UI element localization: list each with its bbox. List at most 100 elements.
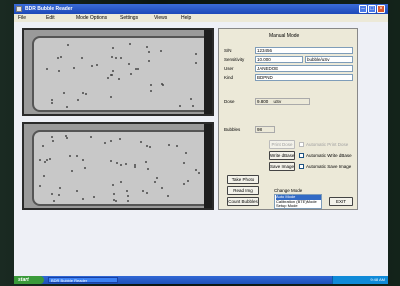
bubble-dot — [48, 158, 51, 161]
sn-label: S/N — [224, 48, 232, 53]
bubble-dot — [112, 192, 115, 195]
bubble-dot — [91, 64, 94, 67]
bubble-dot — [51, 139, 54, 142]
bubble-dot — [146, 167, 149, 170]
kind-field[interactable]: BDPND — [255, 74, 353, 81]
bubble-dot — [51, 102, 54, 105]
menu-edit[interactable]: Edit — [46, 14, 55, 22]
sensitivity-unit-field[interactable]: bubble/uSv — [305, 56, 353, 63]
system-tray-clock: 9:48 AM — [332, 276, 388, 284]
bubble-dot — [142, 189, 145, 192]
bottom-detector-view — [22, 122, 214, 210]
mode-listbox[interactable]: Auto Mode Calibration (BTE)Mode Setup Mo… — [274, 194, 322, 209]
bubble-dot — [81, 198, 84, 201]
read-img-button[interactable]: Read Img — [227, 186, 259, 195]
menu-file[interactable]: File — [18, 14, 26, 22]
bubble-dot — [126, 194, 129, 197]
bubbles-label: Bubbles — [224, 127, 241, 132]
bubble-dot — [106, 77, 109, 80]
bubble-dot — [68, 155, 71, 158]
bubble-dot — [50, 193, 53, 196]
menu-views[interactable]: Views — [154, 14, 167, 22]
menu-mode-options[interactable]: Mode Options — [76, 14, 107, 22]
bubble-dot — [104, 142, 107, 145]
bubble-dot — [127, 62, 130, 65]
maximize-button[interactable]: □ — [368, 5, 376, 13]
bubble-dot — [119, 56, 122, 59]
taskbar-app-item[interactable]: BDR Bubble Reader — [48, 277, 118, 283]
bubble-dot — [56, 57, 59, 60]
bubbles-field: 98 — [255, 126, 275, 133]
close-button[interactable]: × — [377, 5, 385, 13]
title-bar[interactable]: BDR Bubble Reader – □ × — [14, 4, 388, 14]
bubble-dot — [145, 46, 148, 49]
bubble-dot — [110, 159, 113, 162]
minimize-button[interactable]: – — [359, 5, 367, 13]
app-window: BDR Bubble Reader – □ × File Edit Mode O… — [14, 4, 388, 284]
bubble-dot — [64, 135, 67, 138]
mode-option-setup[interactable]: Setup Mode — [276, 203, 321, 208]
bubble-dot — [42, 174, 45, 177]
bubble-dot — [146, 192, 149, 195]
vial-cap — [204, 124, 212, 208]
bubble-dot — [50, 99, 53, 101]
bubble-dot — [77, 99, 80, 102]
bubble-dot — [194, 62, 197, 65]
bubble-dot — [39, 184, 42, 187]
top-detector-view — [22, 28, 214, 116]
bubble-dot — [75, 189, 78, 192]
bubble-dot — [146, 145, 149, 148]
automatic-write-dbase-checkbox[interactable] — [299, 153, 304, 158]
bubble-dot — [89, 136, 92, 139]
bubble-dot — [115, 56, 118, 59]
bubble-dot — [93, 196, 96, 199]
bubble-dot — [81, 158, 84, 161]
bubble-dot — [176, 144, 179, 147]
user-field[interactable]: JANEDOE — [255, 65, 353, 72]
count-bubbles-button[interactable]: Count Bubbles — [227, 197, 259, 206]
vial-cap — [204, 30, 212, 114]
bubble-dot — [192, 105, 195, 107]
menu-help[interactable]: Help — [181, 14, 191, 22]
bubble-dot — [144, 160, 147, 163]
detector-vial-image — [32, 36, 208, 112]
bubble-dot — [110, 139, 113, 142]
dose-label: Dose — [224, 99, 235, 104]
write-dbase-button[interactable]: Write dBase — [269, 151, 295, 160]
bubble-dot — [57, 70, 60, 73]
sn-field[interactable]: 123456 — [255, 47, 353, 54]
bubble-dot — [162, 84, 165, 87]
bubble-dot — [65, 106, 68, 109]
bubble-dot — [109, 73, 112, 76]
bubble-dot — [111, 46, 114, 49]
bubble-dot — [63, 92, 66, 94]
bubble-dot — [58, 187, 61, 190]
bubble-dot — [83, 167, 86, 170]
window-title: BDR Bubble Reader — [25, 6, 73, 12]
bubble-dot — [73, 66, 76, 69]
bubble-dot — [126, 189, 129, 192]
save-image-button[interactable]: Save Image — [269, 162, 295, 171]
automatic-print-dose-checkbox[interactable] — [299, 142, 304, 147]
bubble-dot — [114, 200, 117, 203]
start-button[interactable]: start — [14, 276, 44, 284]
bubble-dot — [195, 168, 198, 171]
automatic-save-image-checkbox[interactable] — [299, 164, 304, 169]
bubble-dot — [124, 162, 127, 165]
menu-bar: File Edit Mode Options Settings Views He… — [14, 14, 388, 22]
exit-button[interactable]: EXIT — [329, 197, 353, 206]
taskbar: start BDR Bubble Reader 9:48 AM — [14, 276, 388, 284]
bubble-dot — [45, 68, 48, 71]
bubble-dot — [120, 164, 123, 167]
bubble-dot — [128, 42, 131, 45]
take-photo-button[interactable]: Take Photo — [227, 175, 259, 184]
detector-vial-image — [32, 130, 208, 206]
menu-settings[interactable]: Settings — [120, 14, 138, 22]
sensitivity-field[interactable]: 10.000 — [255, 56, 303, 63]
bubble-dot — [194, 53, 197, 56]
print-dose-button[interactable]: Print Dose — [269, 140, 295, 149]
bubble-dot — [43, 160, 46, 163]
user-label: User — [224, 66, 234, 71]
bubble-dot — [184, 152, 187, 155]
bubble-dot — [129, 73, 132, 76]
